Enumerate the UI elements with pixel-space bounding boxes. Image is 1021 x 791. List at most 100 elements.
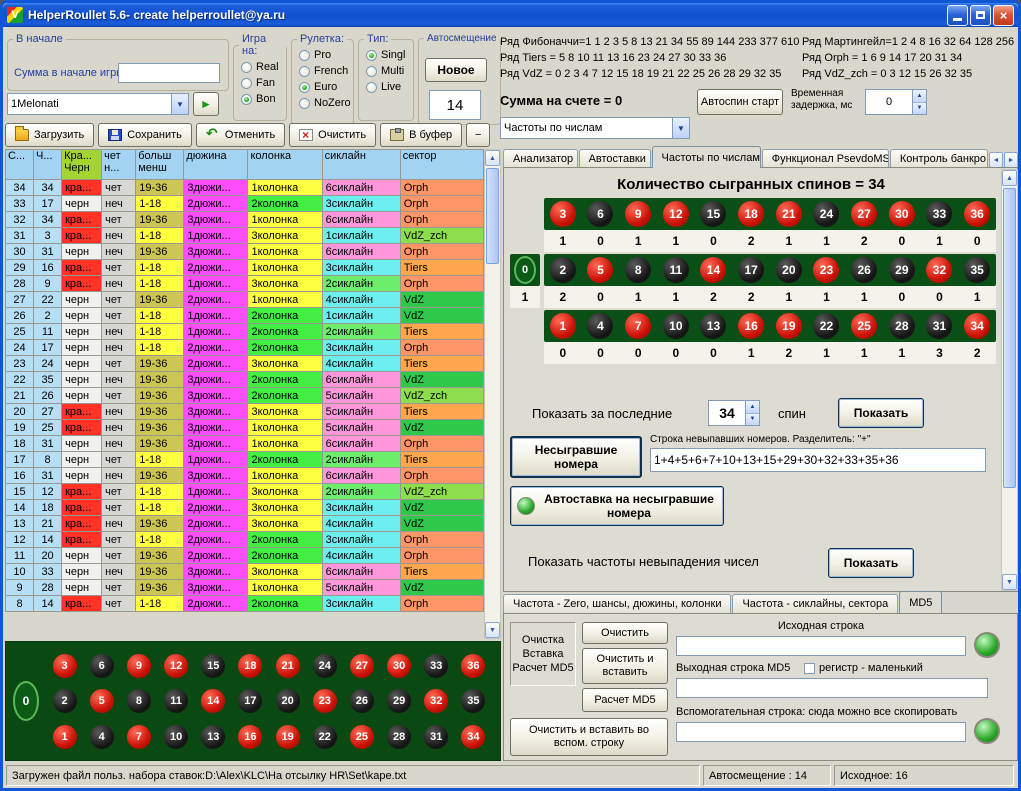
chevron-down-icon[interactable]: ▼ — [672, 118, 689, 138]
red-number[interactable]: 1 — [53, 725, 77, 749]
radio-option[interactable]: Multi — [366, 65, 413, 77]
table-row[interactable]: 2916кра...чет1-182дюжи...1колонка3сиклай… — [6, 260, 484, 276]
chevron-down-icon[interactable]: ▼ — [171, 94, 188, 114]
radio-option[interactable]: Bon — [241, 93, 286, 105]
zero-number[interactable]: 0 — [13, 681, 39, 721]
tab-item[interactable]: Частота - Zero, шансы, дюжины, колонки — [503, 594, 731, 613]
column-header[interactable]: Ч... — [34, 150, 62, 180]
spin-up-icon[interactable]: ▲ — [746, 401, 759, 414]
column-header[interactable]: дюжина — [184, 150, 248, 180]
table-row[interactable]: 313кра...неч1-181дюжи...3колонка1сиклайн… — [6, 228, 484, 244]
tab-item[interactable]: Контроль банкро — [890, 149, 988, 168]
radio-option[interactable]: Live — [366, 81, 413, 93]
last-spins-spinner[interactable]: 34 ▲▼ — [708, 400, 760, 426]
table-row[interactable]: 2126чернчет19-363дюжи...2колонка5сиклайн… — [6, 388, 484, 404]
table-row[interactable]: 2324чернчет19-362дюжи...3колонка4сиклайн… — [6, 356, 484, 372]
new-offset-button[interactable]: Новое — [425, 58, 487, 82]
radio-option[interactable]: Singl — [366, 49, 413, 61]
table-row[interactable]: 1831черннеч19-363дюжи...1колонка6сиклайн… — [6, 436, 484, 452]
red-number[interactable]: 5 — [90, 689, 114, 713]
black-number[interactable]: 28 — [387, 725, 411, 749]
md5-clear-paste-button[interactable]: Очистить и вставить — [582, 648, 668, 684]
register-checkbox[interactable]: регистр - маленький — [804, 662, 923, 674]
autospin-start-button[interactable]: Автоспин старт — [697, 89, 783, 115]
red-number[interactable]: 14 — [201, 689, 225, 713]
panel-scrollbar[interactable]: ▲ ▼ — [1001, 169, 1018, 591]
md5-source-input[interactable] — [676, 636, 966, 656]
md5-aux-input[interactable] — [676, 722, 966, 742]
red-number[interactable]: 32 — [424, 689, 448, 713]
start-sum-input[interactable] — [118, 63, 220, 83]
autobet-unplayed-button[interactable]: Автоставка на несыгравшие номера — [510, 486, 724, 526]
red-number[interactable]: 21 — [276, 654, 300, 678]
black-number[interactable]: 17 — [238, 689, 262, 713]
red-number[interactable]: 19 — [276, 725, 300, 749]
table-row[interactable]: 2511черннеч1-181дюжи...2колонка2сиклайнT… — [6, 324, 484, 340]
table-row[interactable]: 3434кра...чет19-363дюжи...1колонка6сикла… — [6, 180, 484, 196]
scroll-up-icon[interactable]: ▲ — [1002, 170, 1017, 186]
column-header[interactable]: сектор — [400, 150, 483, 180]
clear-button[interactable]: Очистить — [289, 123, 376, 147]
scroll-up-icon[interactable]: ▲ — [485, 150, 500, 166]
close-button[interactable]: × — [993, 5, 1014, 26]
tab-item[interactable]: Частота - сиклайны, сектора — [732, 594, 898, 613]
table-scrollbar[interactable]: ▲ ▼ — [484, 149, 501, 639]
black-number[interactable]: 26 — [350, 689, 374, 713]
radio-option[interactable]: Euro — [299, 81, 353, 93]
red-number[interactable]: 36 — [461, 654, 485, 678]
table-row[interactable]: 1033черннеч19-363дюжи...3колонка6сиклайн… — [6, 564, 484, 580]
table-row[interactable]: 3317черннеч1-182дюжи...2колонка3сиклайнO… — [6, 196, 484, 212]
md5-calc-button[interactable]: Расчет MD5 — [582, 688, 668, 712]
checkbox-icon[interactable] — [804, 663, 815, 674]
red-number[interactable]: 16 — [238, 725, 262, 749]
table-row[interactable]: 1418кра...чет1-182дюжи...3колонка3сиклай… — [6, 500, 484, 516]
black-number[interactable]: 2 — [53, 689, 77, 713]
tab-item[interactable]: Автоставки — [579, 149, 651, 168]
preset-select[interactable]: 1Melonati ▼ — [7, 93, 189, 115]
black-number[interactable]: 24 — [313, 654, 337, 678]
table-row[interactable]: 178чернчет1-181дюжи...2колонка2сиклайнTi… — [6, 452, 484, 468]
md5-source-run-button[interactable] — [974, 632, 1000, 658]
zero-cell[interactable]: 0 — [6, 642, 46, 760]
table-row[interactable]: 1925кра...неч19-363дюжи...1колонка5сикла… — [6, 420, 484, 436]
tab-item[interactable]: MD5 — [899, 591, 942, 613]
table-row[interactable]: 1214кра...чет1-182дюжи...2колонка3сиклай… — [6, 532, 484, 548]
radio-option[interactable]: Fan — [241, 77, 286, 89]
show-freq-button[interactable]: Показать — [828, 548, 914, 578]
to-buffer-button[interactable]: В буфер — [380, 123, 462, 147]
load-button[interactable]: Загрузить — [5, 123, 94, 147]
column-header[interactable]: большменш — [136, 150, 184, 180]
tab-scroll-left-icon[interactable]: ◄ — [989, 152, 1003, 168]
delay-spinner[interactable]: 0 ▲▼ — [865, 89, 927, 115]
black-number[interactable]: 22 — [313, 725, 337, 749]
spin-down-icon[interactable]: ▼ — [746, 414, 759, 426]
mode-select[interactable]: Частоты по числам ▼ — [500, 117, 690, 139]
tab-item[interactable]: Частоты по числам — [652, 146, 761, 168]
red-number[interactable]: 34 — [461, 725, 485, 749]
black-number[interactable]: 33 — [424, 654, 448, 678]
red-number[interactable]: 30 — [387, 654, 411, 678]
spin-down-icon[interactable]: ▼ — [913, 103, 926, 115]
radio-option[interactable]: French — [299, 65, 353, 77]
play-button[interactable]: ► — [193, 92, 219, 116]
scroll-down-icon[interactable]: ▼ — [485, 622, 500, 638]
column-header[interactable]: сиклайн — [322, 150, 400, 180]
red-number[interactable]: 12 — [164, 654, 188, 678]
black-number[interactable]: 4 — [90, 725, 114, 749]
black-number[interactable]: 8 — [127, 689, 151, 713]
undo-button[interactable]: Отменить — [196, 123, 285, 147]
table-row[interactable]: 3031черннеч19-363дюжи...1колонка6сиклайн… — [6, 244, 484, 260]
red-number[interactable]: 23 — [313, 689, 337, 713]
minimize-button[interactable] — [947, 5, 968, 26]
column-header[interactable]: колонка — [248, 150, 322, 180]
table-row[interactable]: 1631черннеч19-363дюжи...1колонка6сиклайн… — [6, 468, 484, 484]
tab-item[interactable]: Анализатор — [503, 149, 578, 168]
save-button[interactable]: Сохранить — [98, 123, 192, 147]
md5-clear-button[interactable]: Очистить — [582, 622, 668, 644]
table-row[interactable]: 1512кра...чет1-181дюжи...3колонка2сиклай… — [6, 484, 484, 500]
table-row[interactable]: 2722чернчет19-362дюжи...1колонка4сиклайн… — [6, 292, 484, 308]
red-number[interactable]: 18 — [238, 654, 262, 678]
table-row[interactable]: 1120чернчет19-362дюжи...2колонка4сиклайн… — [6, 548, 484, 564]
column-header[interactable]: С... — [6, 150, 34, 180]
show-last-button[interactable]: Показать — [838, 398, 924, 428]
